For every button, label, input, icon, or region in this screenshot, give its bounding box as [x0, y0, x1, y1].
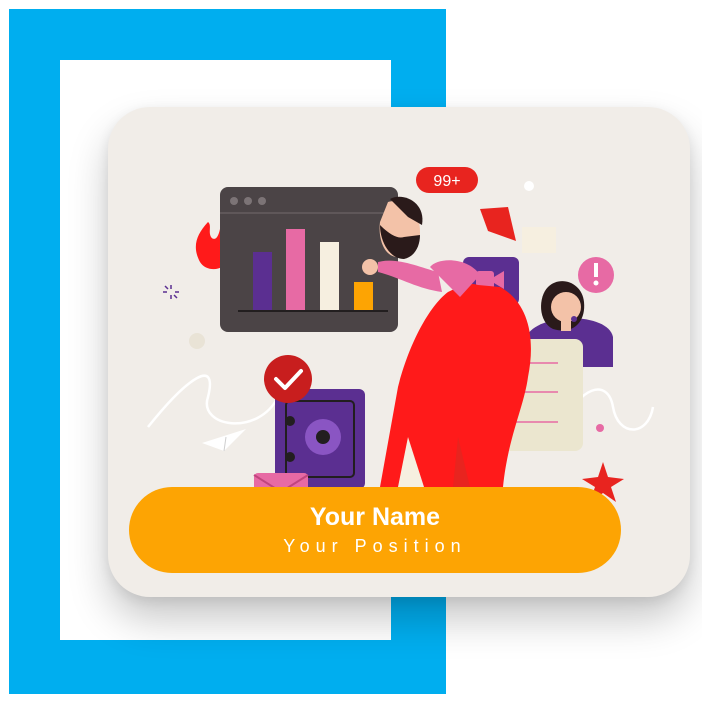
presenter-figure: [362, 196, 531, 487]
person-position: Your Position: [283, 536, 467, 556]
profile-card: 99+ Your Name Your Position: [108, 107, 690, 597]
notification-badge-text: 99+: [433, 173, 460, 190]
paper-plane-icon: [202, 429, 246, 452]
alert-icon: [578, 257, 614, 293]
checkmark-icon: [264, 355, 312, 403]
sparkle-icon: [163, 285, 179, 299]
name-banner: Your Name Your Position: [129, 487, 621, 573]
person-name: Your Name: [309, 503, 441, 531]
